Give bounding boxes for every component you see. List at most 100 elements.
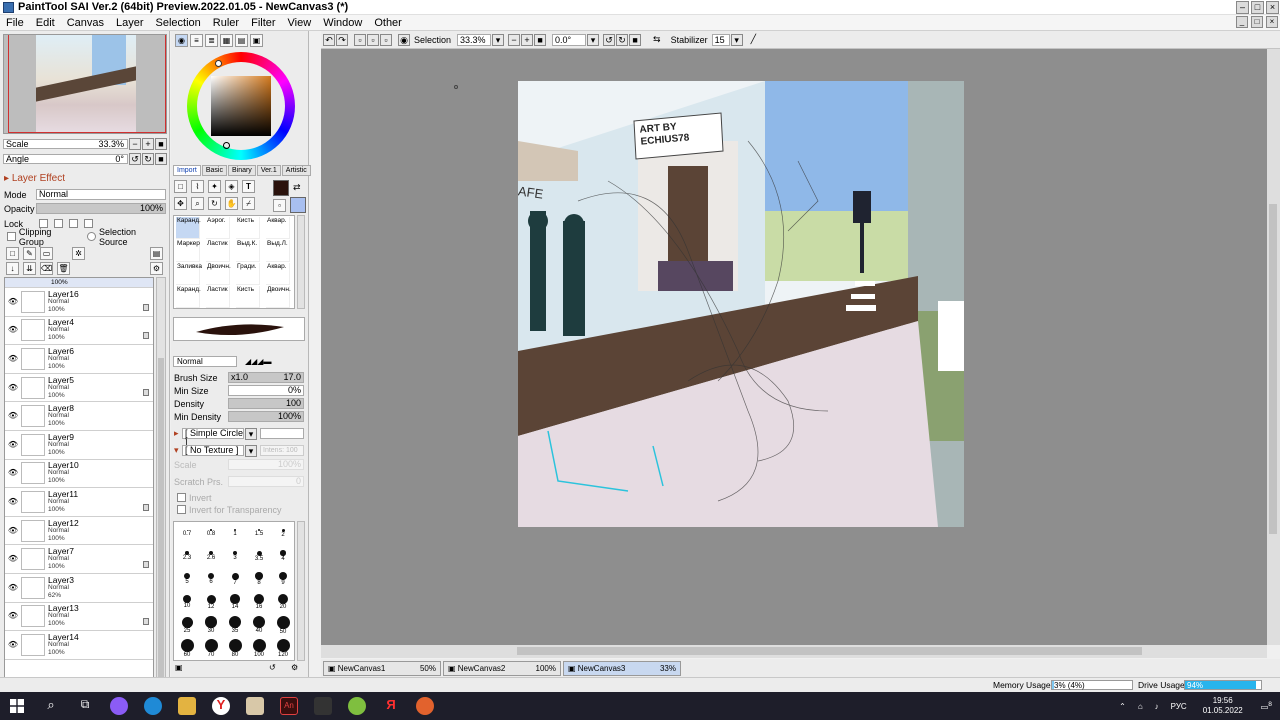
merge-down-icon[interactable]: ⇊ bbox=[23, 262, 36, 275]
layer-row[interactable]: 👁 Layer7 Normal 100% bbox=[5, 545, 153, 574]
brush-tool-4[interactable]: Маркер bbox=[176, 240, 200, 262]
zoom-dropdown-icon[interactable]: ▾ bbox=[492, 33, 505, 46]
task-view-icon[interactable]: ⧉ bbox=[76, 697, 94, 715]
brush-size-slider[interactable]: x1.0 17.0 bbox=[228, 372, 304, 383]
color-wheel-tab-icon[interactable]: ◉ bbox=[175, 34, 188, 47]
rotate-reset-canvas-icon[interactable]: ■ bbox=[629, 33, 642, 46]
trash-icon[interactable]: 🗑 bbox=[57, 262, 70, 275]
eye-icon[interactable]: 👁 bbox=[7, 582, 19, 594]
brush-size-preset[interactable]: 50 bbox=[271, 615, 295, 638]
tab-ver1[interactable]: Ver.1 bbox=[256, 165, 281, 176]
menu-filter[interactable]: Filter bbox=[245, 17, 281, 29]
ruler-line-icon[interactable]: ╱ bbox=[751, 34, 756, 45]
brush-tool-12[interactable]: Каранд. bbox=[176, 286, 201, 308]
eye-icon[interactable]: 👁 bbox=[7, 353, 19, 365]
brush-size-preset[interactable]: 9 bbox=[271, 569, 295, 592]
brush-size-preset[interactable]: 12 bbox=[199, 592, 223, 615]
brush-size-preset[interactable]: 60 bbox=[175, 638, 199, 661]
menu-edit[interactable]: Edit bbox=[30, 17, 61, 29]
navigator-viewport-frame[interactable] bbox=[8, 35, 166, 133]
image-viewer-icon[interactable] bbox=[246, 697, 264, 715]
brush-shape-select[interactable]: [ Simple Circle ] bbox=[182, 428, 244, 447]
navigator-preview[interactable] bbox=[3, 34, 167, 134]
doc-tab-newcanvas3[interactable]: ▣ NewCanvas3 33% bbox=[563, 660, 681, 676]
brush-tool-6[interactable]: Выд.К. bbox=[236, 240, 260, 262]
layer-settings-icon[interactable]: ✲ bbox=[72, 247, 85, 260]
brush-size-preset[interactable]: 2.6 bbox=[199, 546, 223, 569]
brush-size-preset[interactable]: 120 bbox=[271, 638, 295, 661]
taskbar-clock[interactable]: 19:56 01.05.2022 bbox=[1203, 696, 1243, 716]
brush-tool-0[interactable]: Каранд. bbox=[176, 217, 201, 239]
layer-list-scrollbar[interactable] bbox=[156, 277, 166, 695]
volume-icon[interactable]: ♪ bbox=[1155, 702, 1159, 711]
brush-shape-param[interactable] bbox=[260, 428, 304, 439]
eye-icon[interactable]: 👁 bbox=[7, 382, 19, 394]
zoom-reset-button[interactable]: ■ bbox=[155, 137, 167, 150]
layer-row[interactable]: 👁 Layer3 Normal 62% bbox=[5, 574, 153, 603]
transfer-down-icon[interactable]: ↓ bbox=[6, 262, 19, 275]
brush-size-preset[interactable]: 16 bbox=[247, 592, 271, 615]
brush-tip-shape-icon[interactable]: ◢◢◢▬ bbox=[245, 357, 271, 366]
brush-tool-15[interactable]: Двоичн. bbox=[266, 286, 291, 308]
zoom-icon[interactable]: ⌕ bbox=[191, 197, 204, 210]
undo-small-icon[interactable]: ↺ bbox=[269, 663, 276, 672]
menu-ruler[interactable]: Ruler bbox=[207, 17, 245, 29]
flip-horizontal-icon[interactable]: ⇆ bbox=[653, 34, 661, 45]
panel-options-icon[interactable]: ▣ bbox=[175, 663, 183, 672]
brush-size-preset[interactable]: 6 bbox=[199, 569, 223, 592]
brush-size-preset[interactable]: 5 bbox=[175, 569, 199, 592]
color-wheel[interactable] bbox=[187, 52, 295, 160]
brush-size-preset[interactable]: 14 bbox=[223, 592, 247, 615]
stabilizer-dropdown-icon[interactable]: ▾ bbox=[730, 33, 743, 46]
zoom-in-button[interactable]: + bbox=[142, 137, 154, 150]
settings-small-icon[interactable]: ⚙ bbox=[291, 663, 298, 672]
brush-size-multiplier[interactable]: x1.0 bbox=[231, 373, 248, 382]
density-slider[interactable]: 100 bbox=[228, 398, 304, 409]
magic-wand-icon[interactable]: ✦ bbox=[208, 180, 221, 193]
menu-layer[interactable]: Layer bbox=[110, 17, 150, 29]
zoom-in-canvas-icon[interactable]: + bbox=[521, 33, 534, 46]
windows-start-icon[interactable] bbox=[10, 699, 24, 713]
layer-options-icon[interactable]: ⚙ bbox=[150, 262, 163, 275]
angle-field[interactable]: 0.0° bbox=[552, 33, 587, 46]
min-density-slider[interactable]: 100% bbox=[228, 411, 304, 422]
layer-row[interactable]: 👁 Layer5 Normal 100% bbox=[5, 374, 153, 403]
brush-size-preset[interactable]: 3 bbox=[223, 546, 247, 569]
layer-row[interactable]: 👁 Layer6 Normal 100% bbox=[5, 345, 153, 374]
scale-slider[interactable]: Scale 33.3% bbox=[3, 138, 128, 149]
doc-tab-newcanvas2[interactable]: ▣ NewCanvas2 100% bbox=[443, 660, 561, 676]
brush-size-preset[interactable]: 1 bbox=[223, 523, 247, 546]
selection-rect-icon[interactable]: □ bbox=[174, 180, 187, 193]
invert-selection-icon[interactable]: ▫ bbox=[367, 33, 379, 46]
minimize-button[interactable]: – bbox=[1236, 1, 1249, 14]
clear-selection-icon[interactable]: ▫ bbox=[380, 33, 392, 46]
artwork-canvas[interactable]: ART BY ECHIUS78 AFE bbox=[518, 81, 964, 527]
brush-texture-select[interactable]: [ No Texture ] bbox=[182, 445, 244, 456]
brush-size-preset[interactable]: 70 bbox=[199, 638, 223, 661]
scratchpad-tab-icon[interactable]: ▤ bbox=[235, 34, 248, 47]
doc-tab-newcanvas1[interactable]: ▣ NewCanvas1 50% bbox=[323, 660, 441, 676]
hsv-slider-tab-icon[interactable]: ≣ bbox=[205, 34, 218, 47]
brush-shape-dropdown-icon[interactable]: ▾ bbox=[245, 427, 257, 440]
swatch-tab-icon[interactable]: ▦ bbox=[220, 34, 233, 47]
brush-tool-7[interactable]: Выд.Л. bbox=[266, 240, 290, 262]
stabilizer-field[interactable]: 15 bbox=[711, 33, 730, 46]
lasso-icon[interactable]: ⌇ bbox=[191, 180, 204, 193]
layer-panel-menu-icon[interactable]: ▤ bbox=[150, 247, 163, 260]
layer-row[interactable]: 👁 Layer4 Normal 100% bbox=[5, 317, 153, 346]
brush-size-preset[interactable]: 0.7 bbox=[175, 523, 199, 546]
language-indicator[interactable]: РУС bbox=[1171, 702, 1187, 711]
assistant-app-icon[interactable] bbox=[110, 697, 128, 715]
hue-picker[interactable] bbox=[215, 60, 222, 67]
brush-size-preset[interactable]: 35 bbox=[223, 615, 247, 638]
tab-artistic[interactable]: Artistic bbox=[281, 165, 311, 176]
layer-effect-toggle[interactable]: ▸ Layer Effect bbox=[4, 173, 65, 184]
eye-icon[interactable]: 👁 bbox=[7, 610, 19, 622]
layer-row[interactable]: 👁 Layer11 Normal 100% bbox=[5, 488, 153, 517]
doc-close-button[interactable]: × bbox=[1266, 16, 1278, 28]
eye-icon[interactable]: 👁 bbox=[7, 296, 19, 308]
rotate-right-button[interactable]: ↻ bbox=[142, 152, 154, 165]
brush-size-scrollbar[interactable] bbox=[297, 521, 305, 661]
zoom-out-button[interactable]: − bbox=[129, 137, 141, 150]
redo-icon[interactable]: ↷ bbox=[336, 33, 348, 46]
